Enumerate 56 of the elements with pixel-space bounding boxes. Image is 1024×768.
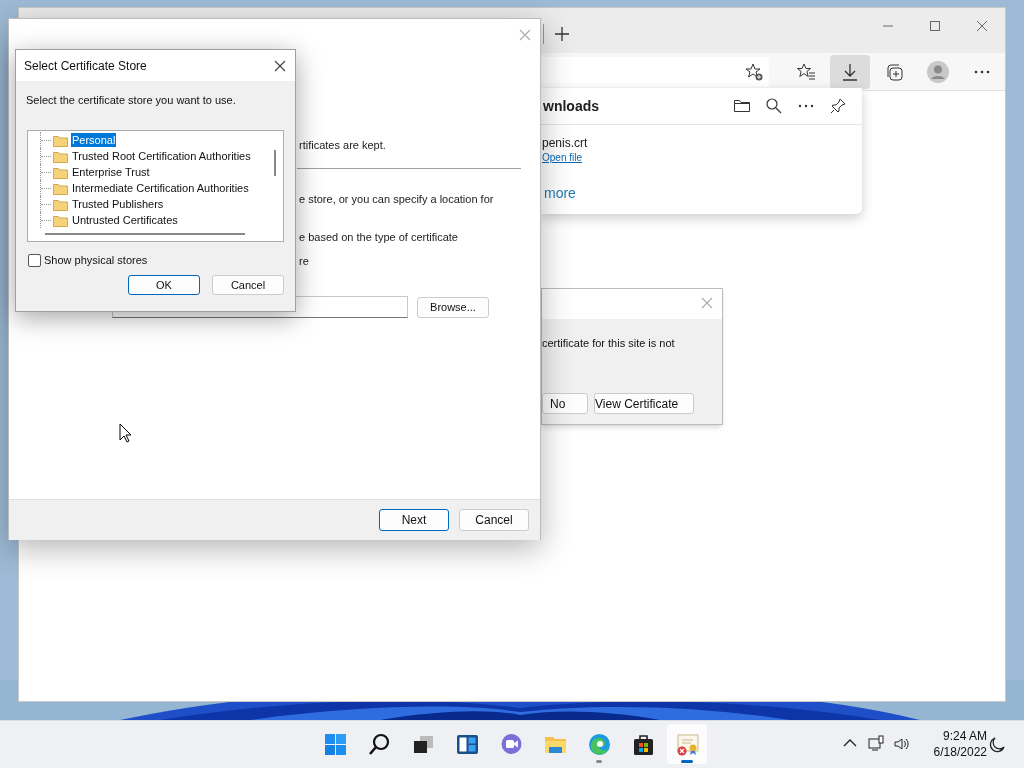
- search-icon: [366, 731, 392, 757]
- no-button[interactable]: No: [542, 393, 588, 414]
- close-icon[interactable]: [273, 58, 287, 73]
- tree-item[interactable]: Trusted Root Certification Authorities: [71, 149, 252, 163]
- more-icon: [972, 69, 992, 75]
- flyout-title: wnloads: [543, 96, 599, 116]
- file-name: penis.crt: [542, 135, 589, 151]
- download-button[interactable]: [830, 55, 870, 89]
- see-more-link[interactable]: more: [541, 165, 576, 204]
- avatar-icon: [927, 61, 949, 83]
- certificate-icon: [674, 731, 700, 757]
- tree-item[interactable]: Intermediate Certification Authorities: [71, 181, 250, 195]
- mouse-pointer-icon: [119, 423, 132, 443]
- next-button[interactable]: Next: [379, 509, 449, 531]
- folder-icon: [53, 165, 68, 179]
- instruction-text: e based on the type of certificate: [299, 230, 458, 244]
- tree-item[interactable]: Trusted Publishers: [71, 197, 165, 211]
- moon-icon[interactable]: [988, 736, 1006, 754]
- instruction-text: e store, or you can specify a location for: [299, 192, 494, 206]
- message-text: certificate for this site is not: [542, 336, 675, 351]
- star-plus-icon: [744, 62, 764, 82]
- start-icon: [322, 731, 348, 757]
- cancel-button[interactable]: Cancel: [459, 509, 529, 531]
- time-text: 9:24 AM: [942, 728, 987, 744]
- folder-icon: [53, 149, 68, 163]
- date-text: 6/18/2022: [933, 744, 987, 760]
- new-tab-icon[interactable]: [554, 26, 570, 42]
- folder-icon: [53, 213, 68, 227]
- tree-item[interactable]: Untrusted Certificates: [71, 213, 179, 227]
- edge-icon: [586, 731, 612, 757]
- collections-icon: [884, 62, 904, 82]
- clock[interactable]: 9:24 AM 6/18/2022: [925, 728, 987, 760]
- checkbox-label: Show physical stores: [44, 253, 148, 269]
- checkbox[interactable]: [28, 254, 41, 267]
- cancel-button[interactable]: Cancel: [212, 275, 284, 295]
- prompt-text: Select the certificate store you want to use.: [25, 93, 237, 108]
- vertical-scrollbar[interactable]: [274, 150, 276, 176]
- tree-item[interactable]: Enterprise Trust: [71, 165, 151, 179]
- folder-icon: [53, 197, 68, 211]
- horizontal-scrollbar[interactable]: [45, 233, 245, 235]
- store-tree[interactable]: Personal Trusted Root Certification Authorities Enterprise Trust Intermediate Certification Authorities Trusted Publishers Untrusted Certificates: [27, 130, 284, 242]
- favorites-icon: [796, 62, 816, 82]
- ok-button[interactable]: OK: [128, 275, 200, 295]
- certificate-taskbar-button[interactable]: [667, 724, 707, 764]
- browse-button[interactable]: Browse...: [417, 297, 489, 318]
- instruction-text: rtificates are kept.: [299, 138, 386, 152]
- pin-icon[interactable]: [828, 96, 848, 116]
- search-icon[interactable]: [764, 96, 784, 116]
- dialog-title: Select Certificate Store: [24, 57, 147, 75]
- view-certificate-button[interactable]: View Certificate: [594, 393, 694, 414]
- download-icon: [840, 62, 860, 82]
- instruction-text: re: [299, 254, 309, 268]
- folder-icon: [53, 133, 68, 147]
- folder-icon: [53, 181, 68, 195]
- open-file-link[interactable]: Open file: [542, 151, 583, 165]
- tree-item[interactable]: Personal: [71, 133, 117, 147]
